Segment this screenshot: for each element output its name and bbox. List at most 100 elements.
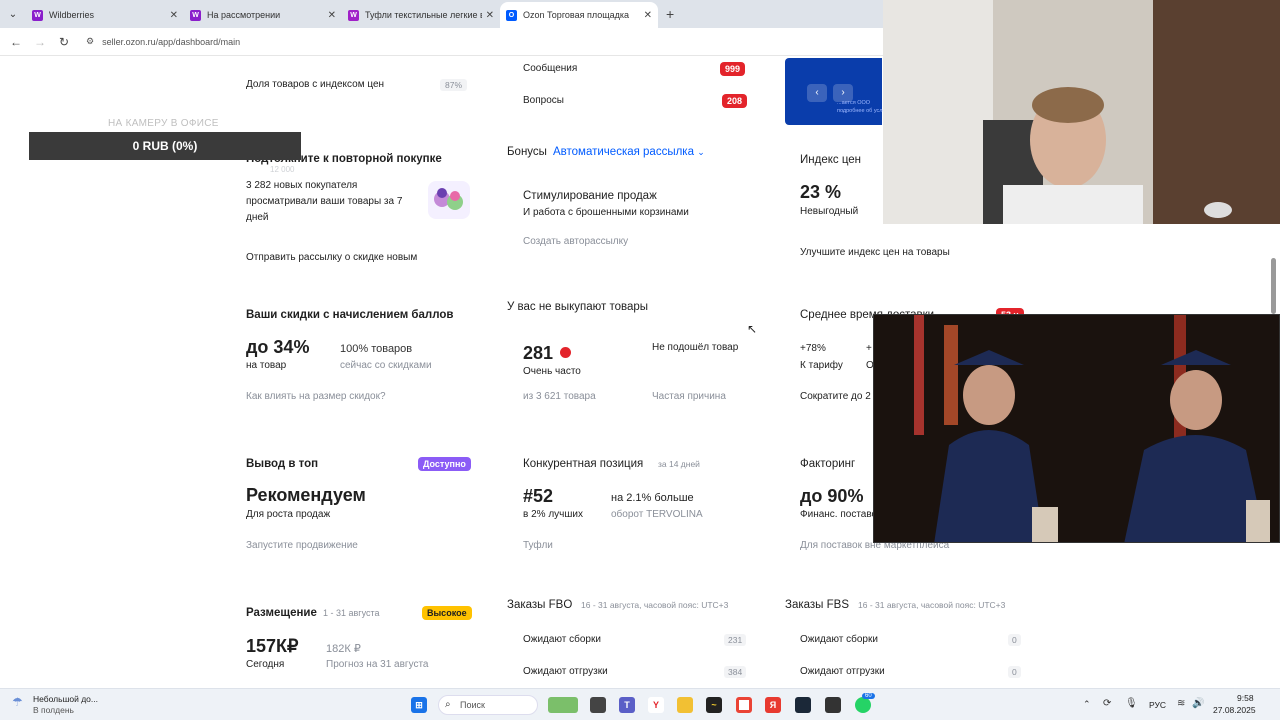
taskbar-search-box[interactable]: ⌕ Поиск [438, 695, 538, 715]
yandex-icon[interactable]: Я [765, 697, 781, 713]
questions-label[interactable]: Вопросы [523, 95, 564, 106]
bonus-card-sub: И работа с брошенными корзинами [523, 207, 689, 218]
weather-icon: ☂ [12, 695, 23, 709]
repeat-text-1: 3 282 новых покупателя [246, 180, 358, 191]
alert-dot-icon [560, 347, 571, 358]
bonuses-dropdown[interactable]: Автоматическая рассылка ⌄ [553, 146, 705, 158]
fbs-row-count: 0 [1008, 666, 1021, 678]
fbo-row-count: 231 [724, 634, 747, 646]
create-auto-mailing-link[interactable]: Создать авторассылку [523, 236, 628, 247]
browser-tab[interactable]: O Ozon Торговая площадка ✕ [500, 2, 658, 28]
notification-badge: 60 [862, 693, 875, 699]
top-promo-title: Вывод в топ [246, 458, 319, 470]
competitive-right-value: на 2.1% больше [611, 492, 694, 504]
promo-banner[interactable]: ‹ › ...ается OOO подробнее об условиях и… [785, 58, 911, 125]
taskbar-search-placeholder: Поиск [460, 700, 485, 710]
send-discount-mailing-link[interactable]: Отправить рассылку о скидке новым [246, 252, 417, 263]
start-promotion-link[interactable]: Запустите продвижение [246, 540, 358, 551]
not-bought-value-sub: Очень часто [523, 366, 581, 377]
price-index-share-value: 87% [440, 79, 468, 91]
tab-list-chevron-icon[interactable]: ⌄ [0, 0, 26, 28]
not-bought-title: У вас не выкупают товары [507, 301, 649, 313]
banner-text-1: ...ается OOO [837, 100, 871, 106]
clock-time[interactable]: 9:58 [1237, 693, 1254, 703]
placement-big: 157К₽ [246, 636, 299, 656]
chrome-icon[interactable] [736, 697, 752, 713]
banner-prev-button[interactable]: ‹ [807, 84, 827, 102]
webcam-overlay [883, 0, 1280, 224]
fbo-period: 16 - 31 августа, часовой пояс: UTC+3 [581, 600, 729, 610]
not-bought-reason-sub: Частая причина [652, 391, 726, 402]
fbs-row-count: 0 [1008, 634, 1021, 646]
back-icon[interactable]: ← [4, 35, 28, 49]
not-bought-reason: Не подошёл товар [652, 342, 739, 353]
discounts-right-value: 100% товаров [340, 343, 413, 355]
start-button-icon[interactable]: ⊞ [411, 697, 427, 713]
questions-count-badge: 208 [722, 94, 748, 108]
browser-tab[interactable]: W На рассмотрении ✕ [184, 2, 342, 28]
price-index-title: Индекс цен [800, 154, 862, 166]
url-field[interactable]: ⚙ seller.ozon.ru/app/dashboard/main [86, 36, 240, 47]
avg-delivery-value-sub: К тарифу [800, 360, 843, 371]
tab-title: Ozon Торговая площадка [523, 10, 630, 20]
whatsapp-icon[interactable] [855, 697, 871, 713]
discounts-right-sub: сейчас со скидками [340, 360, 432, 371]
avg-delivery-value-2: + [866, 343, 872, 354]
site-info-icon[interactable]: ⚙ [86, 36, 94, 47]
repeat-text-3: дней [246, 212, 269, 223]
repeat-hidden-number: 12 000 [270, 165, 295, 174]
fbs-row-label[interactable]: Ожидают сборки [800, 634, 878, 645]
not-bought-value: 281 [523, 343, 554, 363]
placement-title: Размещение [246, 607, 317, 619]
improve-price-index-link[interactable]: Улучшите индекс цен на товары [800, 247, 950, 258]
tab-close-icon[interactable]: ✕ [328, 10, 336, 21]
weather-title[interactable]: Небольшой до... [33, 694, 98, 704]
competitive-big: #52 [523, 486, 554, 506]
task-view-icon[interactable] [590, 697, 606, 713]
discounts-big-value: до 34% [246, 337, 310, 357]
tab-close-icon[interactable]: ✕ [170, 10, 178, 21]
discounts-title: Ваши скидки с начислением баллов [246, 309, 454, 321]
discounts-link[interactable]: Как влиять на размер скидок? [246, 391, 386, 402]
yandex-browser-icon[interactable]: Y [648, 697, 664, 713]
tray-app-icon[interactable]: ⟳ [1103, 698, 1111, 709]
tab-close-icon[interactable]: ✕ [486, 10, 494, 21]
competitive-category-link[interactable]: Туфли [523, 540, 553, 551]
chevron-down-icon: ⌄ [697, 147, 705, 157]
browser-tab[interactable]: W Туфли текстильные легкие в с ✕ [342, 2, 500, 28]
forward-icon[interactable]: → [28, 35, 52, 49]
fbs-row-label[interactable]: Ожидают отгрузки [800, 666, 885, 677]
microphone-icon[interactable]: 🎙 [1125, 698, 1138, 709]
tab-title: Туфли текстильные легкие в с [365, 10, 482, 20]
discounts-big-sub: на товар [246, 360, 287, 371]
app-icon[interactable]: ~ [706, 697, 722, 713]
tab-title: На рассмотрении [207, 10, 281, 20]
competitive-big-sub: в 2% лучших [523, 509, 583, 520]
fbo-row-label[interactable]: Ожидают отгрузки [523, 666, 608, 677]
steam-icon[interactable] [795, 697, 811, 713]
fbo-row-count: 384 [724, 666, 747, 678]
tab-close-icon[interactable]: ✕ [644, 10, 652, 21]
overlay-caption: НА КАМЕРУ В ОФИСЕ [108, 118, 219, 129]
volume-icon[interactable]: 🔊 [1192, 698, 1204, 709]
factoring-title: Факторинг [800, 458, 856, 470]
fbo-row-label[interactable]: Ожидают сборки [523, 634, 601, 645]
widgets-icon[interactable] [548, 697, 578, 713]
tray-chevron-icon[interactable]: ⌃ [1083, 699, 1091, 710]
fbs-title: Заказы FBS [785, 599, 849, 611]
language-indicator[interactable]: РУС [1149, 700, 1166, 710]
competitive-period: за 14 дней [658, 459, 700, 469]
reload-icon[interactable]: ↻ [52, 35, 76, 49]
browser-tab[interactable]: W Wildberries ✕ [26, 2, 184, 28]
teams-icon[interactable]: T [619, 697, 635, 713]
page-scrollbar[interactable] [1271, 258, 1276, 314]
messages-label[interactable]: Сообщения [523, 63, 577, 74]
avg-delivery-value: +78% [800, 343, 826, 354]
price-index-share-label: Доля товаров с индексом цен [246, 79, 385, 90]
new-tab-button[interactable]: + [666, 6, 674, 22]
reduce-delivery-link[interactable]: Сократите до 2 [800, 391, 871, 402]
weather-sub: В полдень [33, 705, 74, 715]
obs-icon[interactable] [825, 697, 841, 713]
wifi-icon[interactable]: ≋ [1177, 698, 1185, 709]
file-explorer-icon[interactable] [677, 697, 693, 713]
